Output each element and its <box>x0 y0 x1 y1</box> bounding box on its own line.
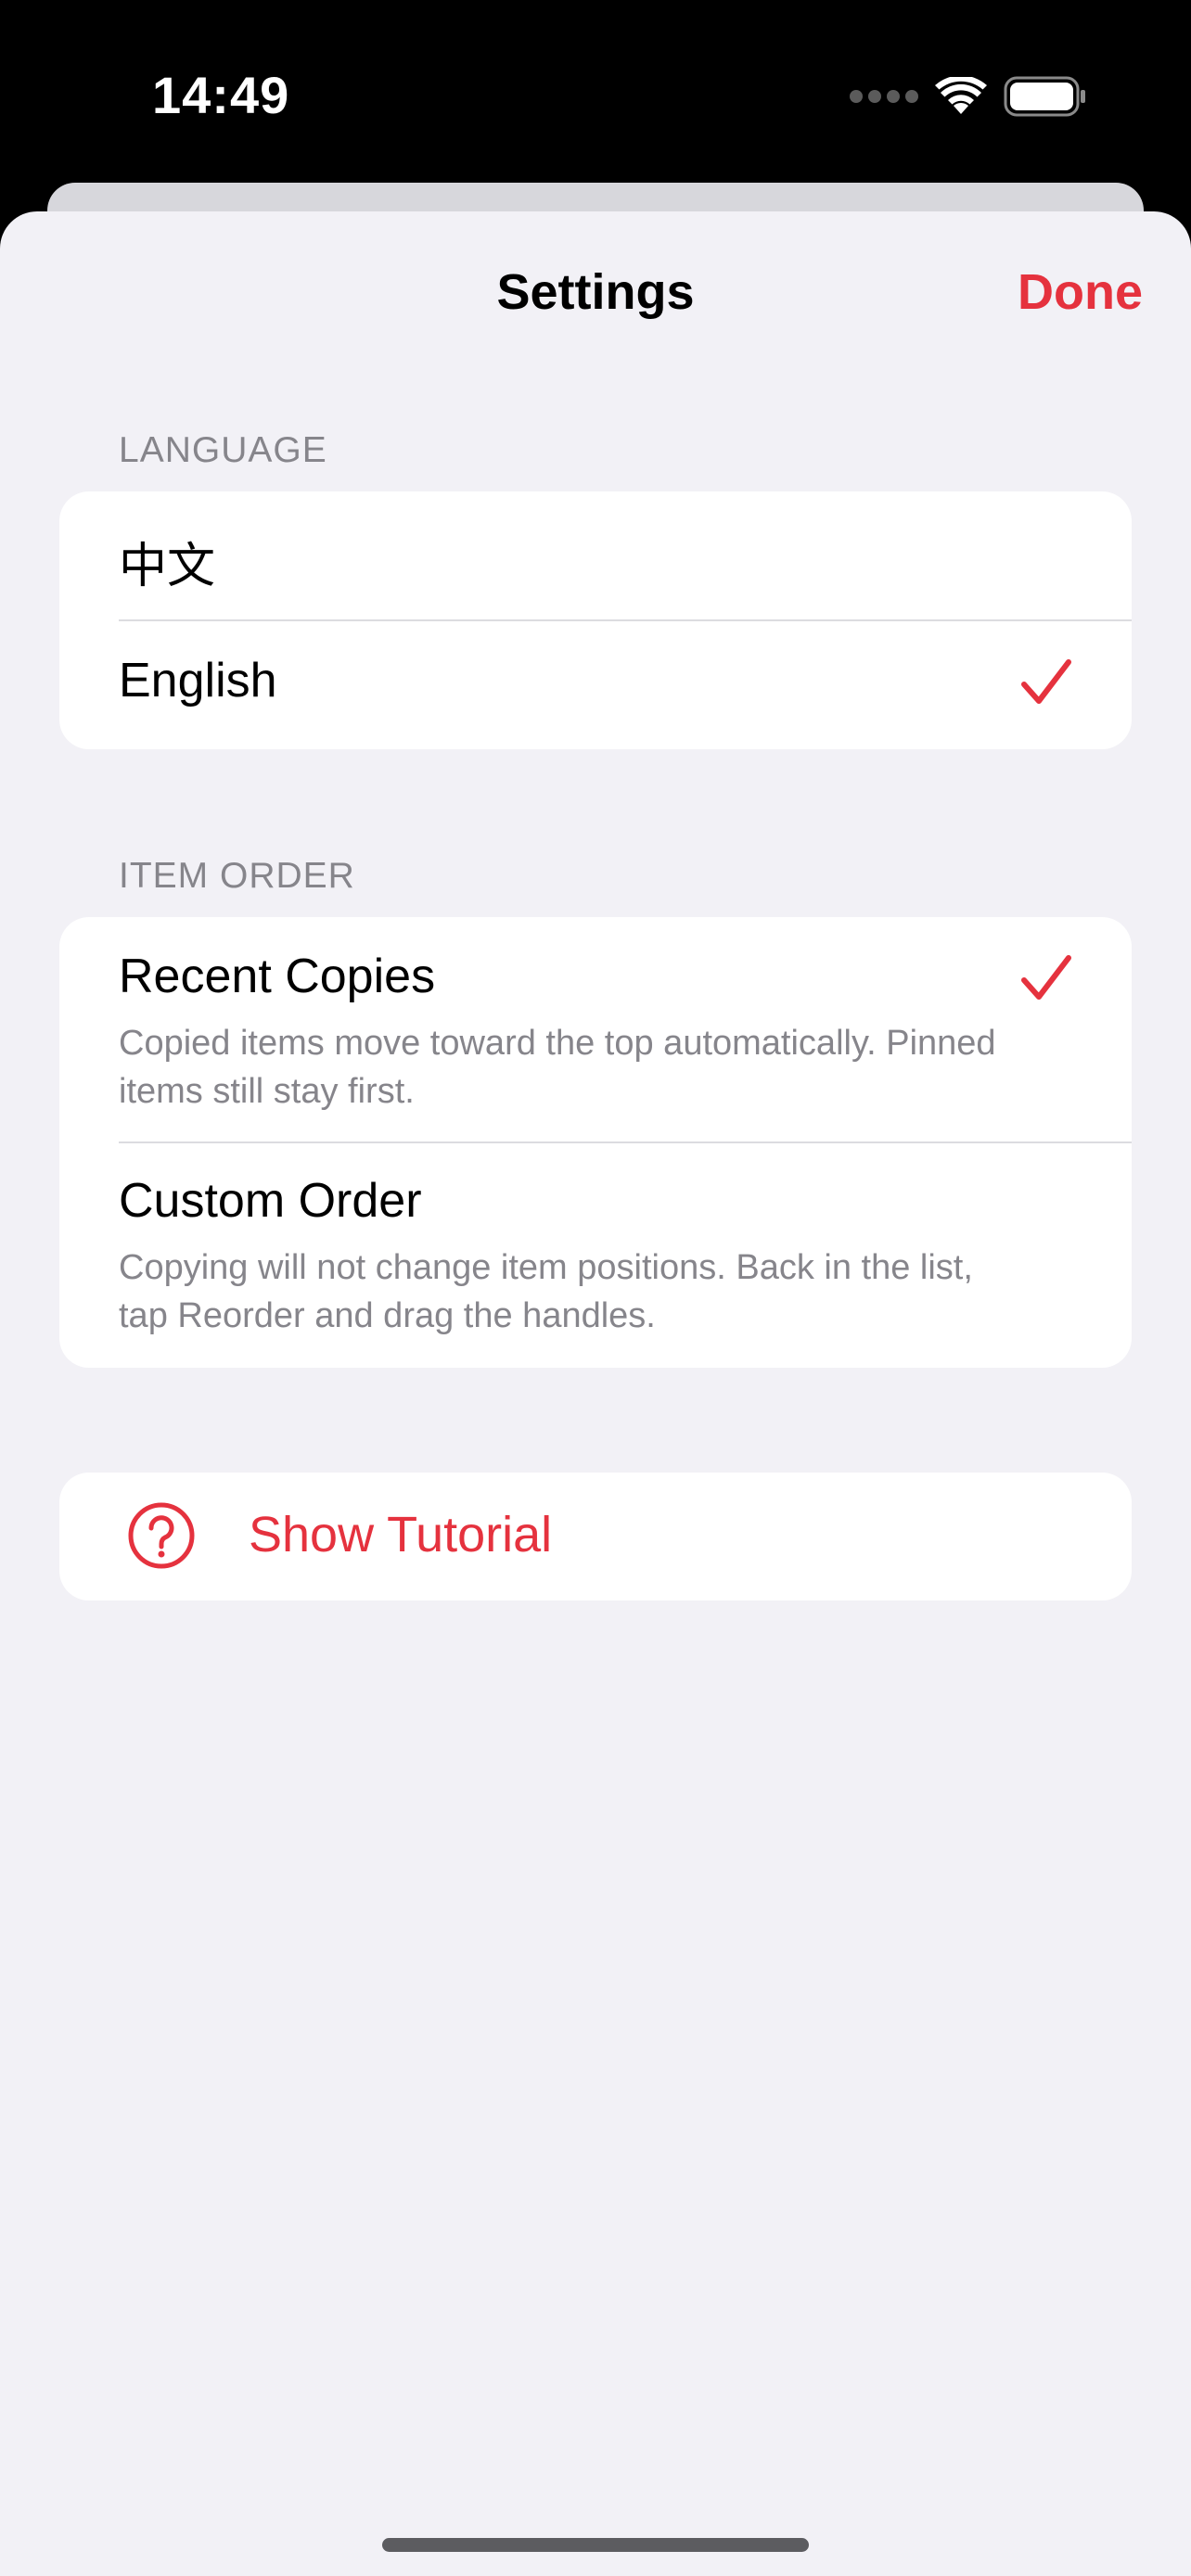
cellular-signal-icon <box>850 90 918 103</box>
wifi-icon <box>935 77 987 116</box>
settings-sheet: Settings Done LANGUAGE 中文 English ITEM O… <box>0 211 1191 2576</box>
language-option-label: English <box>119 654 277 708</box>
order-option-recent-copies[interactable]: Recent Copies Copied items move toward t… <box>59 917 1132 1141</box>
status-icons <box>850 72 1087 121</box>
page-title: Settings <box>496 264 695 320</box>
checkmark-icon <box>1021 659 1071 704</box>
done-button[interactable]: Done <box>1018 263 1143 321</box>
order-option-description: Copied items move toward the top automat… <box>119 1024 996 1111</box>
item-order-group: Recent Copies Copied items move toward t… <box>59 917 1132 1368</box>
show-tutorial-button[interactable]: Show Tutorial <box>59 1473 1132 1600</box>
language-option-english[interactable]: English <box>59 619 1132 749</box>
order-option-label: Custom Order <box>119 1174 422 1228</box>
question-circle-icon <box>128 1502 195 1569</box>
language-group: 中文 English <box>59 491 1132 749</box>
status-time: 14:49 <box>152 66 290 124</box>
language-option-label: 中文 <box>119 540 216 593</box>
order-option-description: Copying will not change item positions. … <box>119 1248 973 1335</box>
status-bar: 14:49 <box>0 0 1191 185</box>
order-option-custom-order[interactable]: Custom Order Copying will not change ite… <box>59 1141 1132 1368</box>
section-header-item-order: ITEM ORDER <box>119 856 355 896</box>
order-option-label: Recent Copies <box>119 950 436 1003</box>
home-indicator[interactable] <box>382 2538 809 2552</box>
checkmark-icon <box>1021 955 1071 1000</box>
language-option-chinese[interactable]: 中文 <box>59 491 1132 619</box>
battery-icon <box>1004 76 1087 117</box>
section-header-language: LANGUAGE <box>119 430 327 470</box>
show-tutorial-label: Show Tutorial <box>249 1507 553 1562</box>
